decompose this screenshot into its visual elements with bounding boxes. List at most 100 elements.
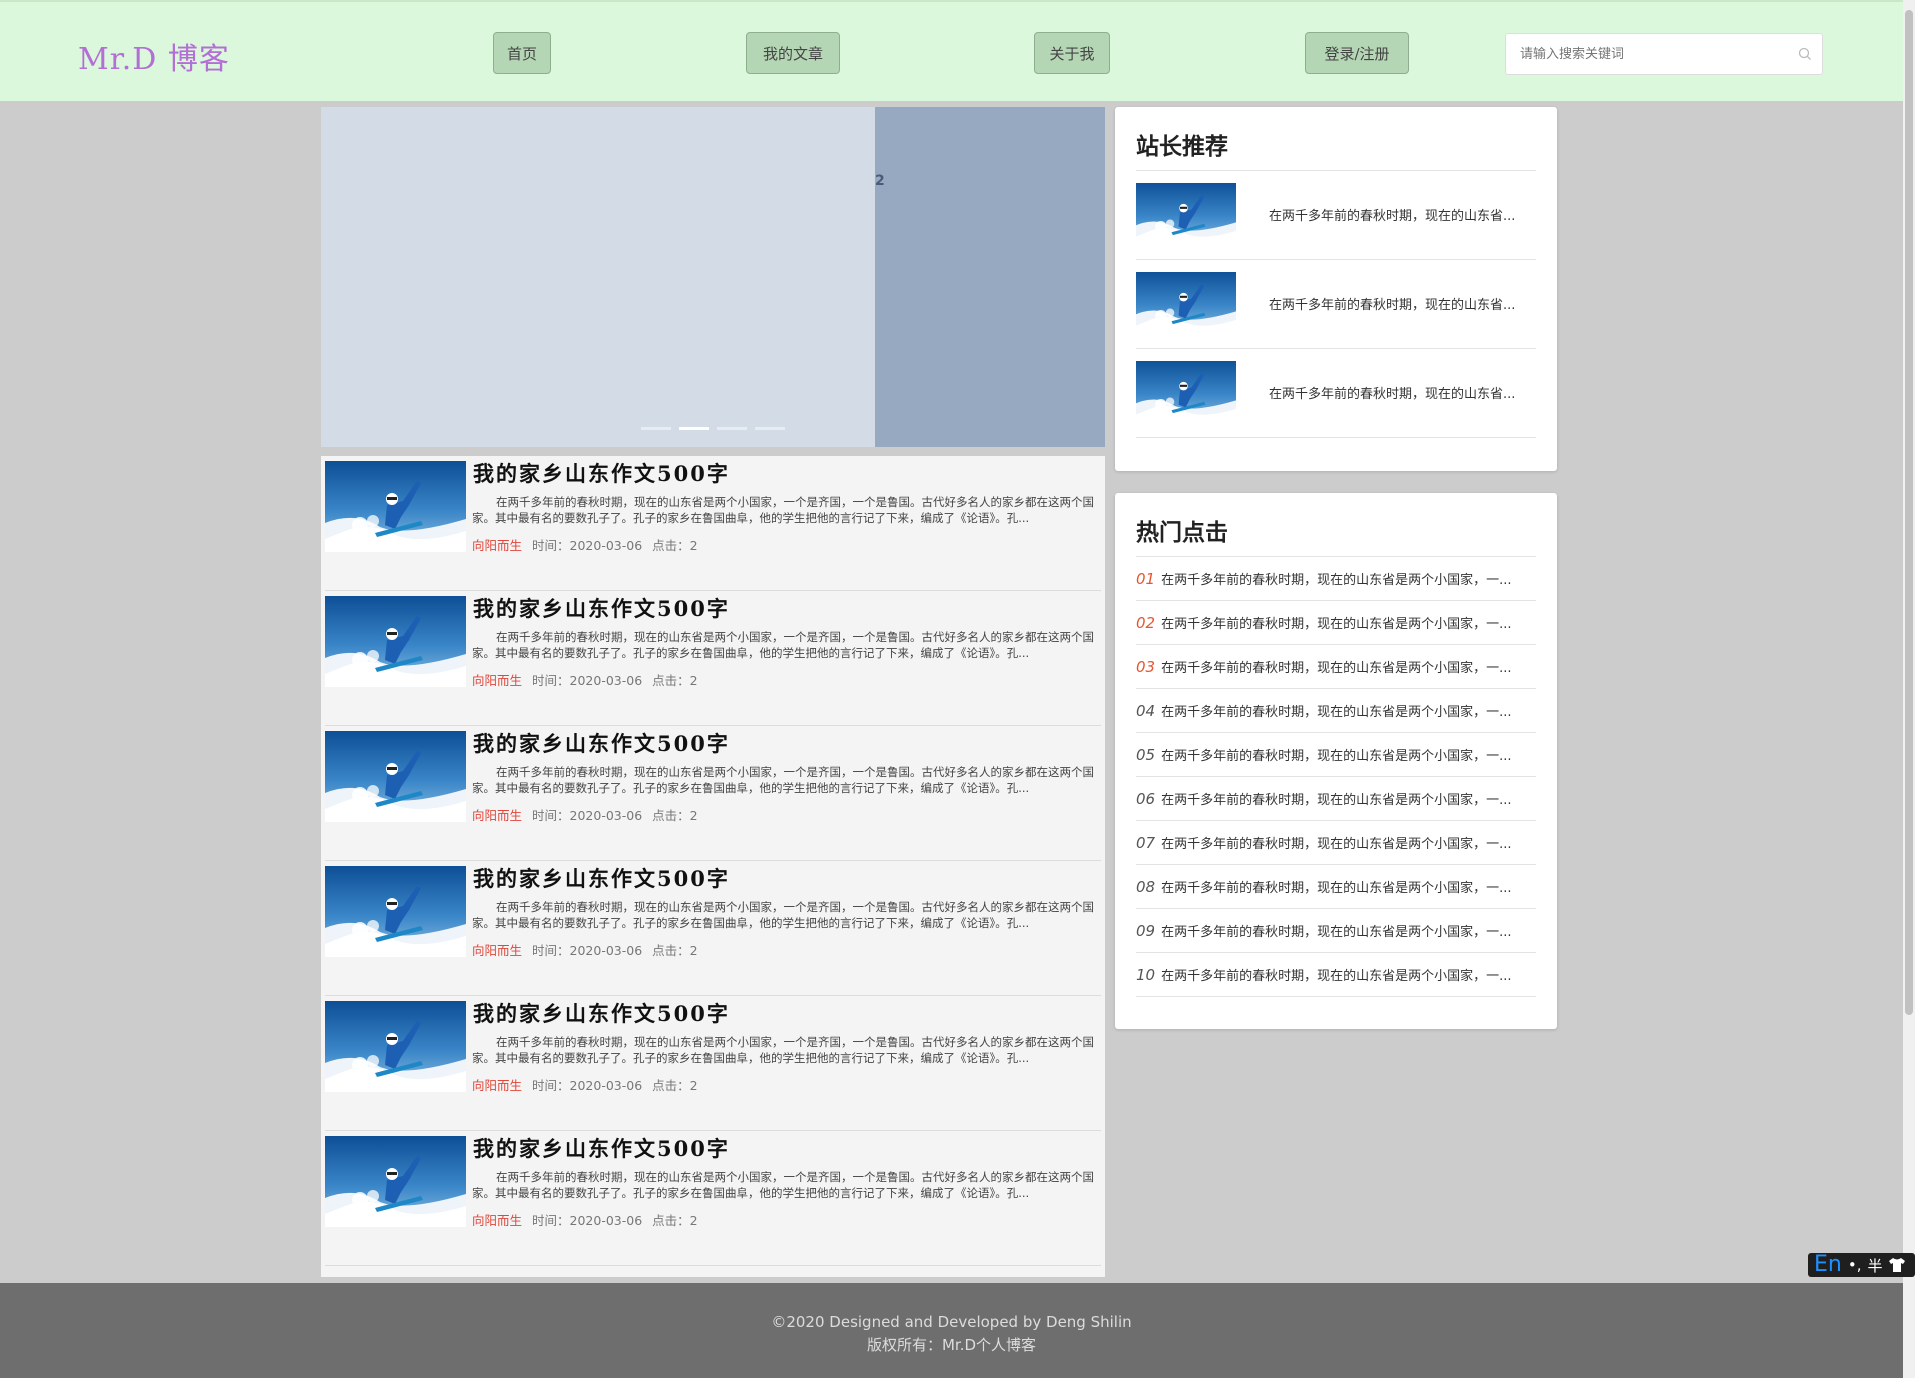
- hot-text[interactable]: 在两千多年前的春秋时期，现在的山东省是两个小国家，一...: [1161, 833, 1531, 852]
- recommend-text[interactable]: 在两千多年前的春秋时期，现在的山东省...: [1269, 294, 1531, 313]
- article-thumbnail[interactable]: [325, 596, 466, 687]
- carousel-dot[interactable]: [755, 427, 785, 430]
- hot-item[interactable]: 02 在两千多年前的春秋时期，现在的山东省是两个小国家，一...: [1136, 601, 1536, 645]
- article-author[interactable]: 向阳而生: [472, 538, 522, 553]
- article-item[interactable]: 我的家乡山东作文500字在两千多年前的春秋时期，现在的山东省是两个小国家，一个是…: [325, 1131, 1101, 1266]
- article-title[interactable]: 我的家乡山东作文500字: [473, 1133, 730, 1163]
- recommend-item[interactable]: 在两千多年前的春秋时期，现在的山东省...: [1136, 260, 1536, 349]
- article-item[interactable]: 我的家乡山东作文500字 在两千多年前的春秋时期，现在的山东省是两个小国家，一个是…: [325, 861, 1101, 996]
- article-thumbnail[interactable]: [325, 1136, 466, 1227]
- hot-rank: 09: [1136, 921, 1156, 940]
- article-summary: 在两千多年前的春秋时期，现在的山东省是两个小国家，一个是齐国，一个是鲁国。古代好…: [472, 630, 1094, 660]
- hot-text[interactable]: 在两千多年前的春秋时期，现在的山东省是两个小国家，一...: [1161, 789, 1531, 808]
- hot-text[interactable]: 在两千多年前的春秋时期，现在的山东省是两个小国家，一...: [1161, 613, 1531, 632]
- shirt-icon[interactable]: [1888, 1257, 1906, 1273]
- article-summary: 在两千多年前的春秋时期，现在的山东省是两个小国家，一个是齐国，一个是鲁国。古代好…: [472, 1170, 1094, 1200]
- site-logo[interactable]: Mr.D 博客: [78, 34, 230, 78]
- hot-item[interactable]: 09 在两千多年前的春秋时期，现在的山东省是两个小国家，一...: [1136, 909, 1536, 953]
- hot-rank: 05: [1136, 745, 1156, 764]
- search-input[interactable]: [1506, 34, 1776, 74]
- hot-item[interactable]: 08 在两千多年前的春秋时期，现在的山东省是两个小国家，一...: [1136, 865, 1536, 909]
- article-thumbnail[interactable]: [325, 461, 466, 552]
- hot-text[interactable]: 在两千多年前的春秋时期，现在的山东省是两个小国家，一...: [1161, 921, 1531, 940]
- ime-width[interactable]: 半: [1867, 1255, 1882, 1276]
- hot-text[interactable]: 在两千多年前的春秋时期，现在的山东省是两个小国家，一...: [1161, 657, 1531, 676]
- article-title[interactable]: 我的家乡山东作文500字: [473, 593, 730, 623]
- search-icon[interactable]: [1798, 47, 1812, 61]
- hot-rank: 04: [1136, 701, 1156, 720]
- hot-rank: 02: [1136, 613, 1156, 632]
- carousel-slide-label: 2: [875, 173, 885, 189]
- article-author[interactable]: 向阳而生: [472, 1213, 522, 1228]
- article-author[interactable]: 向阳而生: [472, 1078, 522, 1093]
- article-item[interactable]: 我的家乡山东作文500字在两千多年前的春秋时期，现在的山东省是两个小国家，一个是…: [325, 456, 1101, 591]
- article-title[interactable]: 我的家乡山东作文500字: [473, 863, 730, 893]
- hot-rank: 08: [1136, 877, 1156, 896]
- hot-rank: 01: [1136, 569, 1156, 588]
- hot-text[interactable]: 在两千多年前的春秋时期，现在的山东省是两个小国家，一...: [1161, 701, 1531, 720]
- footer-copyright: 版权所有：Mr.D个人博客: [866, 1336, 1037, 1354]
- recommend-text[interactable]: 在两千多年前的春秋时期，现在的山东省...: [1269, 205, 1531, 224]
- article-author[interactable]: 向阳而生: [472, 943, 522, 958]
- carousel-indicators: [641, 427, 785, 430]
- article-author[interactable]: 向阳而生: [472, 673, 522, 688]
- article-time: 时间：2020-03-06: [532, 538, 643, 553]
- hot-item[interactable]: 07 在两千多年前的春秋时期，现在的山东省是两个小国家，一...: [1136, 821, 1536, 865]
- article-thumbnail[interactable]: [325, 1001, 466, 1092]
- article-time: 时间：2020-03-06: [532, 1078, 643, 1093]
- carousel-dot[interactable]: [641, 427, 671, 430]
- article-summary: 在两千多年前的春秋时期，现在的山东省是两个小国家，一个是齐国，一个是鲁国。古代好…: [472, 495, 1094, 525]
- article-title[interactable]: 我的家乡山东作文500字: [473, 458, 730, 488]
- article-time: 时间：2020-03-06: [532, 808, 643, 823]
- recommend-thumbnail[interactable]: [1136, 183, 1236, 244]
- carousel-dot-active[interactable]: [679, 427, 709, 430]
- page-scrollbar[interactable]: [1903, 0, 1915, 1378]
- article-title[interactable]: 我的家乡山东作文500字: [473, 998, 730, 1028]
- recommend-item[interactable]: 在两千多年前的春秋时期，现在的山东省...: [1136, 171, 1536, 260]
- nav-login-button[interactable]: 登录/注册: [1305, 32, 1409, 74]
- article-title[interactable]: 我的家乡山东作文500字: [473, 728, 730, 758]
- recommend-panel: 站长推荐 在两千多年前的春秋时期，现在的山东省... 在两千多年前的春秋时期，现在…: [1115, 107, 1557, 471]
- hot-item[interactable]: 01 在两千多年前的春秋时期，现在的山东省是两个小国家，一...: [1136, 557, 1536, 601]
- hot-item[interactable]: 04 在两千多年前的春秋时期，现在的山东省是两个小国家，一...: [1136, 689, 1536, 733]
- hot-rank: 07: [1136, 833, 1156, 852]
- article-time: 时间：2020-03-06: [532, 1213, 643, 1228]
- nav-home-button[interactable]: 首页: [493, 32, 551, 74]
- article-thumbnail[interactable]: [325, 866, 466, 957]
- page-footer: ©2020 Designed and Developed by Deng Shi…: [0, 1283, 1903, 1378]
- hot-text[interactable]: 在两千多年前的春秋时期，现在的山东省是两个小国家，一...: [1161, 965, 1531, 984]
- scrollbar-thumb[interactable]: [1905, 10, 1913, 1015]
- article-meta: 向阳而生 时间：2020-03-06 点击：2: [472, 670, 708, 689]
- search-box: [1505, 33, 1823, 75]
- article-thumbnail[interactable]: [325, 731, 466, 822]
- article-meta: 向阳而生 时间：2020-03-06 点击：2: [472, 940, 708, 959]
- recommend-thumbnail[interactable]: [1136, 272, 1236, 333]
- recommend-text[interactable]: 在两千多年前的春秋时期，现在的山东省...: [1269, 383, 1531, 402]
- article-item[interactable]: 我的家乡山东作文500字 在两千多年前的春秋时期，现在的山东省是两个小国家，一个是…: [325, 996, 1101, 1131]
- footer-credit: ©2020 Designed and Developed by Deng Shi…: [771, 1313, 1132, 1331]
- carousel-dot[interactable]: [717, 427, 747, 430]
- hot-item[interactable]: 05 在两千多年前的春秋时期，现在的山东省是两个小国家，一...: [1136, 733, 1536, 777]
- hot-item[interactable]: 06 在两千多年前的春秋时期，现在的山东省是两个小国家，一...: [1136, 777, 1536, 821]
- article-item[interactable]: 我的家乡山东作文500字 在两千多年前的春秋时期，现在的山东省是两个小国家，一个是…: [325, 726, 1101, 861]
- ime-status-bar[interactable]: En •, 半: [1808, 1253, 1915, 1277]
- article-item[interactable]: 我的家乡山东作文500字在两千多年前的春秋时期，现在的山东省是两个小国家，一个是…: [325, 591, 1101, 726]
- ime-punctuation[interactable]: •,: [1848, 1256, 1862, 1274]
- nav-about-button[interactable]: 关于我: [1034, 32, 1110, 74]
- banner-carousel[interactable]: 2: [321, 107, 1105, 447]
- hot-text[interactable]: 在两千多年前的春秋时期，现在的山东省是两个小国家，一...: [1161, 877, 1531, 896]
- recommend-item[interactable]: 在两千多年前的春秋时期，现在的山东省...: [1136, 349, 1536, 438]
- hot-rank: 10: [1136, 965, 1156, 984]
- carousel-slide: [875, 107, 1105, 447]
- article-clicks: 点击：2: [652, 1213, 698, 1228]
- hot-text[interactable]: 在两千多年前的春秋时期，现在的山东省是两个小国家，一...: [1161, 745, 1531, 764]
- recommend-thumbnail[interactable]: [1136, 361, 1236, 422]
- hot-text[interactable]: 在两千多年前的春秋时期，现在的山东省是两个小国家，一...: [1161, 569, 1531, 588]
- nav-articles-button[interactable]: 我的文章: [746, 32, 840, 74]
- ime-language[interactable]: En: [1814, 1254, 1842, 1276]
- hot-item[interactable]: 10 在两千多年前的春秋时期，现在的山东省是两个小国家，一...: [1136, 953, 1536, 997]
- article-author[interactable]: 向阳而生: [472, 808, 522, 823]
- article-time: 时间：2020-03-06: [532, 943, 643, 958]
- article-time: 时间：2020-03-06: [532, 673, 643, 688]
- hot-item[interactable]: 03 在两千多年前的春秋时期，现在的山东省是两个小国家，一...: [1136, 645, 1536, 689]
